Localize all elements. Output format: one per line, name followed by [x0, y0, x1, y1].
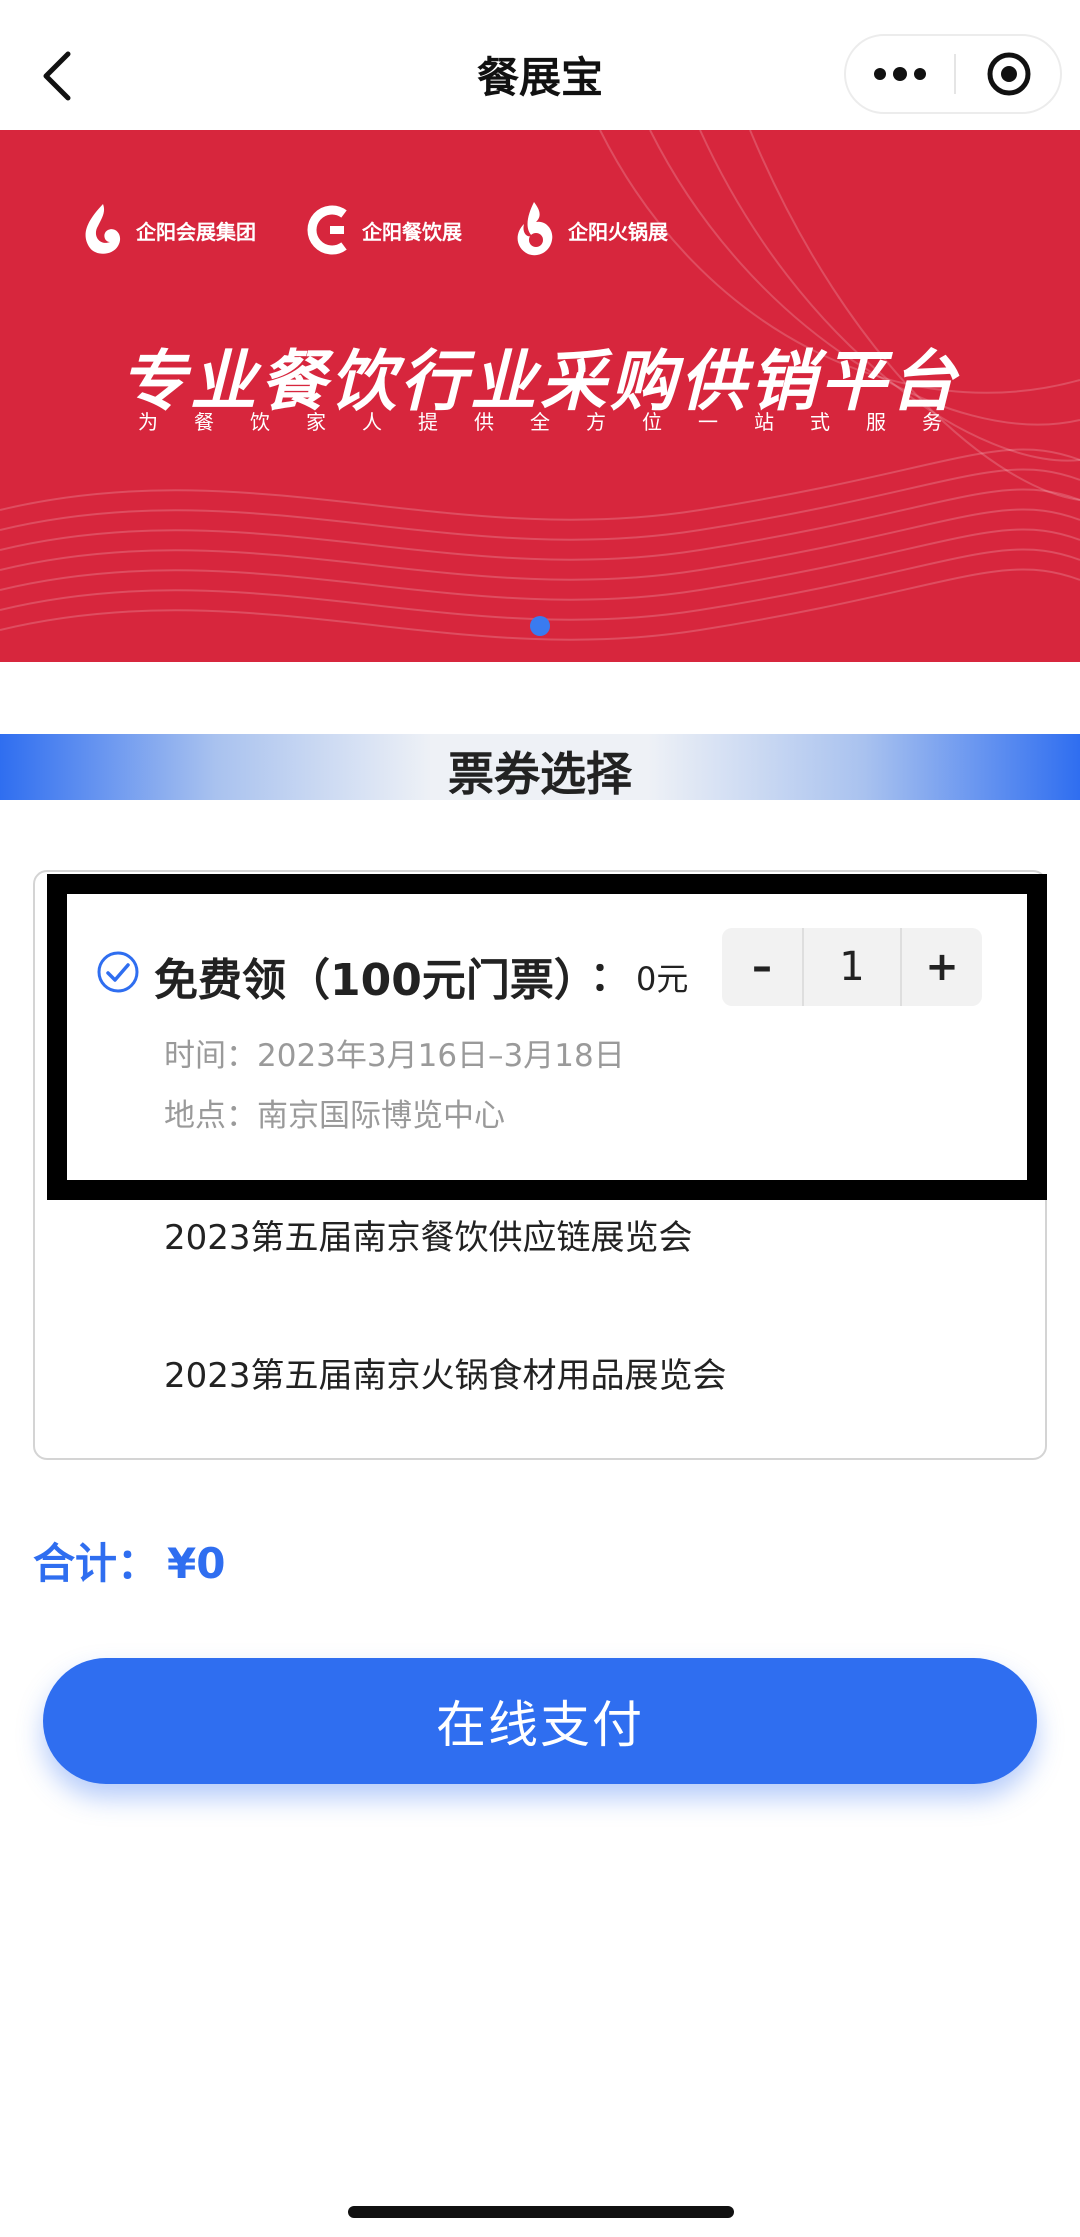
- check-circle-icon[interactable]: [96, 950, 140, 994]
- section-header: 票券选择: [0, 734, 1080, 801]
- banner-logos: 企阳会展集团 企阳餐饮展 企阳火锅展: [78, 190, 716, 270]
- ticket-price: 0元: [636, 960, 689, 998]
- expo-name: 2023第五届南京火锅食材用品展览会: [164, 1356, 727, 1396]
- target-close-icon: [987, 52, 1031, 96]
- close-mini-program-button[interactable]: [956, 36, 1062, 112]
- carousel-indicator[interactable]: [530, 616, 550, 636]
- nav-bar: 餐展宝: [0, 0, 1080, 130]
- logo-text: 企阳餐饮展: [362, 219, 462, 244]
- pay-online-button[interactable]: 在线支付: [43, 1658, 1037, 1784]
- logo-text: 企阳火锅展: [568, 219, 668, 244]
- ticket-place: 地点：南京国际博览中心: [164, 1098, 505, 1134]
- quantity-stepper: – 1 +: [722, 928, 982, 1006]
- more-button[interactable]: [846, 36, 954, 112]
- promo-banner[interactable]: 企阳会展集团 企阳餐饮展 企阳火锅展 专业餐饮行业采购供销平台 为餐饮家人提供全…: [0, 130, 1080, 662]
- home-indicator[interactable]: [348, 2206, 734, 2218]
- more-dots-icon: [874, 67, 926, 81]
- logo-qmfe: 企阳餐饮展: [304, 200, 462, 260]
- ticket-colon: ：: [590, 954, 630, 1000]
- decrease-button[interactable]: –: [722, 928, 802, 1006]
- mini-program-capsule: [844, 34, 1062, 114]
- logo-qiyang-group: 企阳会展集团: [78, 200, 256, 260]
- pay-button-label: 在线支付: [436, 1696, 644, 1754]
- flame-logo-icon: [85, 204, 121, 254]
- total-value: ¥0: [167, 1539, 226, 1588]
- quantity-value[interactable]: 1: [802, 928, 902, 1006]
- increase-button[interactable]: +: [902, 928, 982, 1006]
- banner-subtitle: 为餐饮家人提供全方位一站式服务: [138, 410, 978, 434]
- ticket-name: 免费领（100元门票）: [154, 955, 598, 1006]
- section-title: 票券选择: [448, 747, 632, 801]
- total-label: 合计：: [33, 1539, 160, 1588]
- logo-hotpot: 企阳火锅展: [510, 200, 668, 260]
- hotpot-logo-icon: [517, 202, 553, 256]
- total-row: 合计： ¥0: [33, 1530, 225, 1591]
- ticket-time: 时间：2023年3月16日–3月18日: [164, 1038, 625, 1074]
- logo-text: 企阳会展集团: [136, 219, 256, 244]
- qmfe-logo-icon: [307, 205, 347, 255]
- expo-name: 2023第五届南京餐饮供应链展览会: [164, 1218, 693, 1258]
